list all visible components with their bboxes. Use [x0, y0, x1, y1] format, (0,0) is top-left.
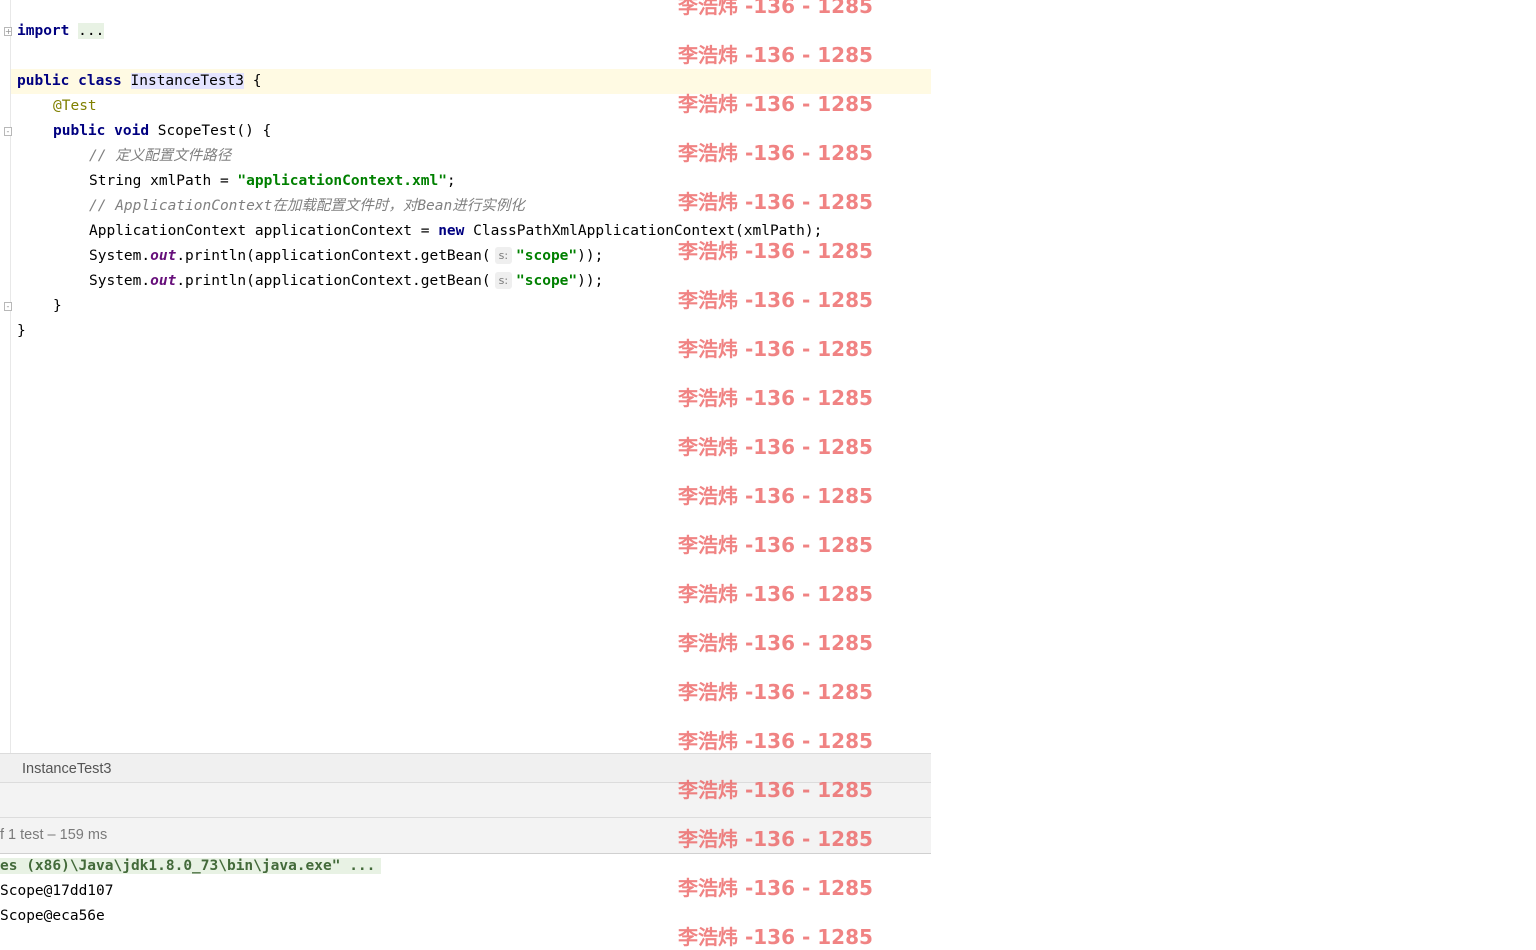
parameter-hint: s:: [494, 272, 513, 289]
code-editor[interactable]: + - - import ... public class InstanceTe…: [0, 0, 931, 753]
console-command-line: es (x86)\Java\jdk1.8.0_73\bin\java.exe" …: [0, 858, 382, 874]
fold-end-icon[interactable]: -: [4, 302, 12, 311]
code-line-method-close[interactable]: }: [53, 294, 62, 319]
run-toolbar: [0, 783, 931, 818]
code-line-print-2[interactable]: System.out.println(applicationContext.ge…: [89, 269, 603, 294]
code-line-annotation[interactable]: @Test: [53, 94, 97, 119]
console-output[interactable]: es (x86)\Java\jdk1.8.0_73\bin\java.exe" …: [0, 854, 931, 945]
code-line-print-1[interactable]: System.out.println(applicationContext.ge…: [89, 244, 603, 269]
code-line-class[interactable]: public class InstanceTest3 {: [17, 69, 261, 94]
console-line: Scope@eca56e: [0, 908, 105, 924]
code-line-import[interactable]: import ...: [17, 19, 105, 44]
editor-gutter: [0, 0, 11, 753]
parameter-hint: s:: [494, 247, 513, 264]
code-line-method[interactable]: public void ScopeTest() {: [53, 119, 271, 144]
code-line-comment-2[interactable]: // ApplicationContext在加载配置文件时，对Bean进行实例化: [89, 194, 525, 219]
console-line: Scope@17dd107: [0, 883, 114, 899]
code-line-comment-1[interactable]: // 定义配置文件路径: [89, 144, 231, 169]
code-line-xmlpath[interactable]: String xmlPath = "applicationContext.xml…: [89, 169, 456, 194]
run-tab-bar: InstanceTest3: [0, 753, 931, 783]
console-line: es (x86)\Java\jdk1.8.0_73\bin\java.exe" …: [0, 854, 382, 879]
code-line-class-close[interactable]: }: [17, 319, 26, 344]
test-status-text: f 1 test – 159 ms: [0, 827, 108, 843]
collapsed-imports[interactable]: ...: [78, 23, 105, 39]
run-tab-instancetest3[interactable]: InstanceTest3: [22, 754, 111, 784]
code-line-context[interactable]: ApplicationContext applicationContext = …: [89, 219, 822, 244]
fold-collapse-icon[interactable]: -: [4, 127, 12, 136]
test-status-bar: f 1 test – 159 ms: [0, 818, 931, 854]
class-name[interactable]: InstanceTest3: [130, 73, 245, 89]
fold-expand-icon[interactable]: +: [4, 27, 12, 36]
